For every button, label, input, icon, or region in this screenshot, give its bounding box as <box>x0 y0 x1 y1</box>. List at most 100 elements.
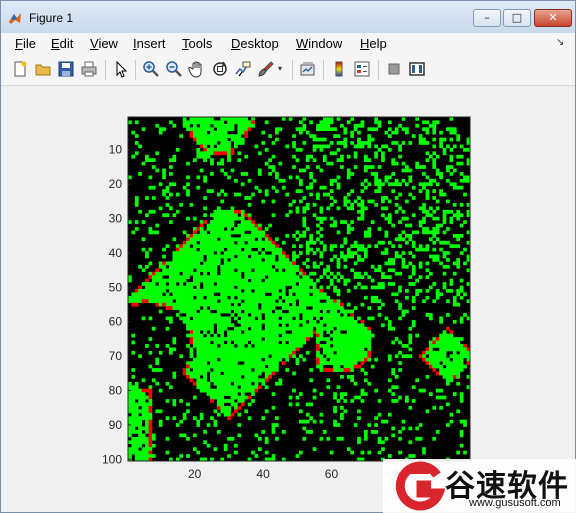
heatmap-cell <box>350 220 355 224</box>
heatmap-cell <box>333 395 337 400</box>
heatmap-cell <box>275 251 279 255</box>
heatmap-cell <box>182 319 187 324</box>
heatmap-cell <box>162 172 166 176</box>
heatmap-cell <box>278 319 283 324</box>
heatmap-cell <box>463 350 467 355</box>
heatmap-cell <box>329 340 334 345</box>
heatmap-cell <box>237 237 242 242</box>
pan-hand-icon[interactable] <box>188 60 206 78</box>
heatmap-cell <box>271 168 276 173</box>
heatmap-cell <box>237 127 242 132</box>
heatmap-cell <box>223 141 228 145</box>
new-figure-icon[interactable] <box>11 60 29 78</box>
heatmap-cell <box>223 447 228 451</box>
heatmap-cell <box>227 388 231 393</box>
heatmap-cell <box>141 392 146 396</box>
heatmap-cell <box>128 295 132 300</box>
heatmap-cell <box>394 299 399 304</box>
menu-help[interactable]: Help <box>360 36 387 51</box>
heatmap-cell <box>295 254 300 259</box>
plot-axes[interactable]: 20406080102030405060708090100 <box>8 86 569 506</box>
pointer-icon[interactable] <box>112 60 130 78</box>
heatmap-cell <box>254 309 259 314</box>
heatmap-cell <box>196 289 201 293</box>
heatmap-cell <box>278 285 283 290</box>
heatmap-cell <box>336 330 341 335</box>
heatmap-cell <box>377 182 382 187</box>
heatmap-cell <box>247 337 252 341</box>
menu-insert[interactable]: Insert <box>133 36 166 51</box>
heatmap-cell <box>398 182 402 187</box>
heatmap-cell <box>223 216 228 221</box>
menu-file[interactable]: File <box>15 36 36 51</box>
heatmap-cell <box>428 354 433 359</box>
brush-icon[interactable] <box>257 60 275 78</box>
heatmap-cell <box>439 130 443 135</box>
heatmap-cell <box>227 350 231 355</box>
heatmap-cell <box>145 436 149 441</box>
heatmap-cell <box>128 409 132 414</box>
heatmap-cell <box>408 175 413 180</box>
show-plot-tools-icon[interactable] <box>408 60 426 78</box>
heatmap-cell <box>329 350 334 355</box>
heatmap-cell <box>394 292 399 297</box>
menu-desktop[interactable]: Desktop <box>231 36 279 51</box>
maximize-button[interactable]: □ <box>503 9 531 27</box>
heatmap-cell <box>237 247 242 252</box>
heatmap-cell <box>377 189 382 193</box>
heatmap-cell <box>367 337 372 341</box>
menu-edit[interactable]: Edit <box>51 36 73 51</box>
heatmap-cell <box>213 151 218 156</box>
heatmap-cell <box>240 385 245 390</box>
heatmap-cell <box>401 354 406 359</box>
title-bar[interactable]: Figure 1 – □ ✕ <box>1 1 575 33</box>
heatmap-cell <box>199 357 204 362</box>
heatmap-cell <box>295 189 300 193</box>
heatmap-cell <box>257 364 262 369</box>
data-cursor-icon[interactable] <box>234 60 252 78</box>
dock-arrow-icon[interactable]: ↘ <box>556 37 564 48</box>
rotate-3d-icon[interactable] <box>211 60 229 78</box>
heatmap-cell <box>428 361 433 365</box>
insert-legend-icon[interactable] <box>353 60 371 78</box>
open-file-icon[interactable] <box>34 60 52 78</box>
heatmap-cell <box>240 306 245 310</box>
print-icon[interactable] <box>80 60 98 78</box>
heatmap-cell <box>213 233 218 238</box>
heatmap-cell <box>227 264 231 269</box>
zoom-in-icon[interactable] <box>142 60 160 78</box>
heatmap-cell <box>199 292 204 297</box>
save-icon[interactable] <box>57 60 75 78</box>
menu-tools[interactable]: Tools <box>182 36 212 51</box>
brush-dropdown-icon[interactable]: ▾ <box>278 64 286 82</box>
heatmap-cell <box>350 189 355 193</box>
heatmap-cell <box>210 388 214 393</box>
zoom-out-icon[interactable] <box>165 60 183 78</box>
heatmap-cell <box>271 185 276 190</box>
heatmap-cell <box>220 268 225 273</box>
hide-plot-tools-icon[interactable] <box>385 60 403 78</box>
insert-colorbar-icon[interactable] <box>330 60 348 78</box>
heatmap-cell <box>425 350 430 355</box>
heatmap-cell <box>151 378 156 383</box>
link-plot-icon[interactable] <box>299 60 317 78</box>
heatmap-cell <box>206 313 211 317</box>
heatmap-cell <box>394 130 399 135</box>
heatmap-cell <box>237 244 242 249</box>
heatmap-cell <box>264 378 269 383</box>
heatmap-cell <box>223 326 228 331</box>
heatmap-cell <box>247 275 252 279</box>
heatmap-cell <box>213 209 218 214</box>
close-button[interactable]: ✕ <box>534 9 572 27</box>
minimize-button[interactable]: – <box>473 9 501 27</box>
heatmap-cell <box>131 350 136 355</box>
heatmap-cell <box>432 350 437 355</box>
heatmap-cell <box>346 347 351 352</box>
heatmap-cell <box>227 392 231 396</box>
heatmap-cell <box>316 333 320 338</box>
menu-window[interactable]: Window <box>296 36 342 51</box>
menu-view[interactable]: View <box>90 36 118 51</box>
heatmap-cell <box>319 233 324 238</box>
heatmap-cell <box>138 426 142 431</box>
heatmap-cell <box>237 364 242 369</box>
